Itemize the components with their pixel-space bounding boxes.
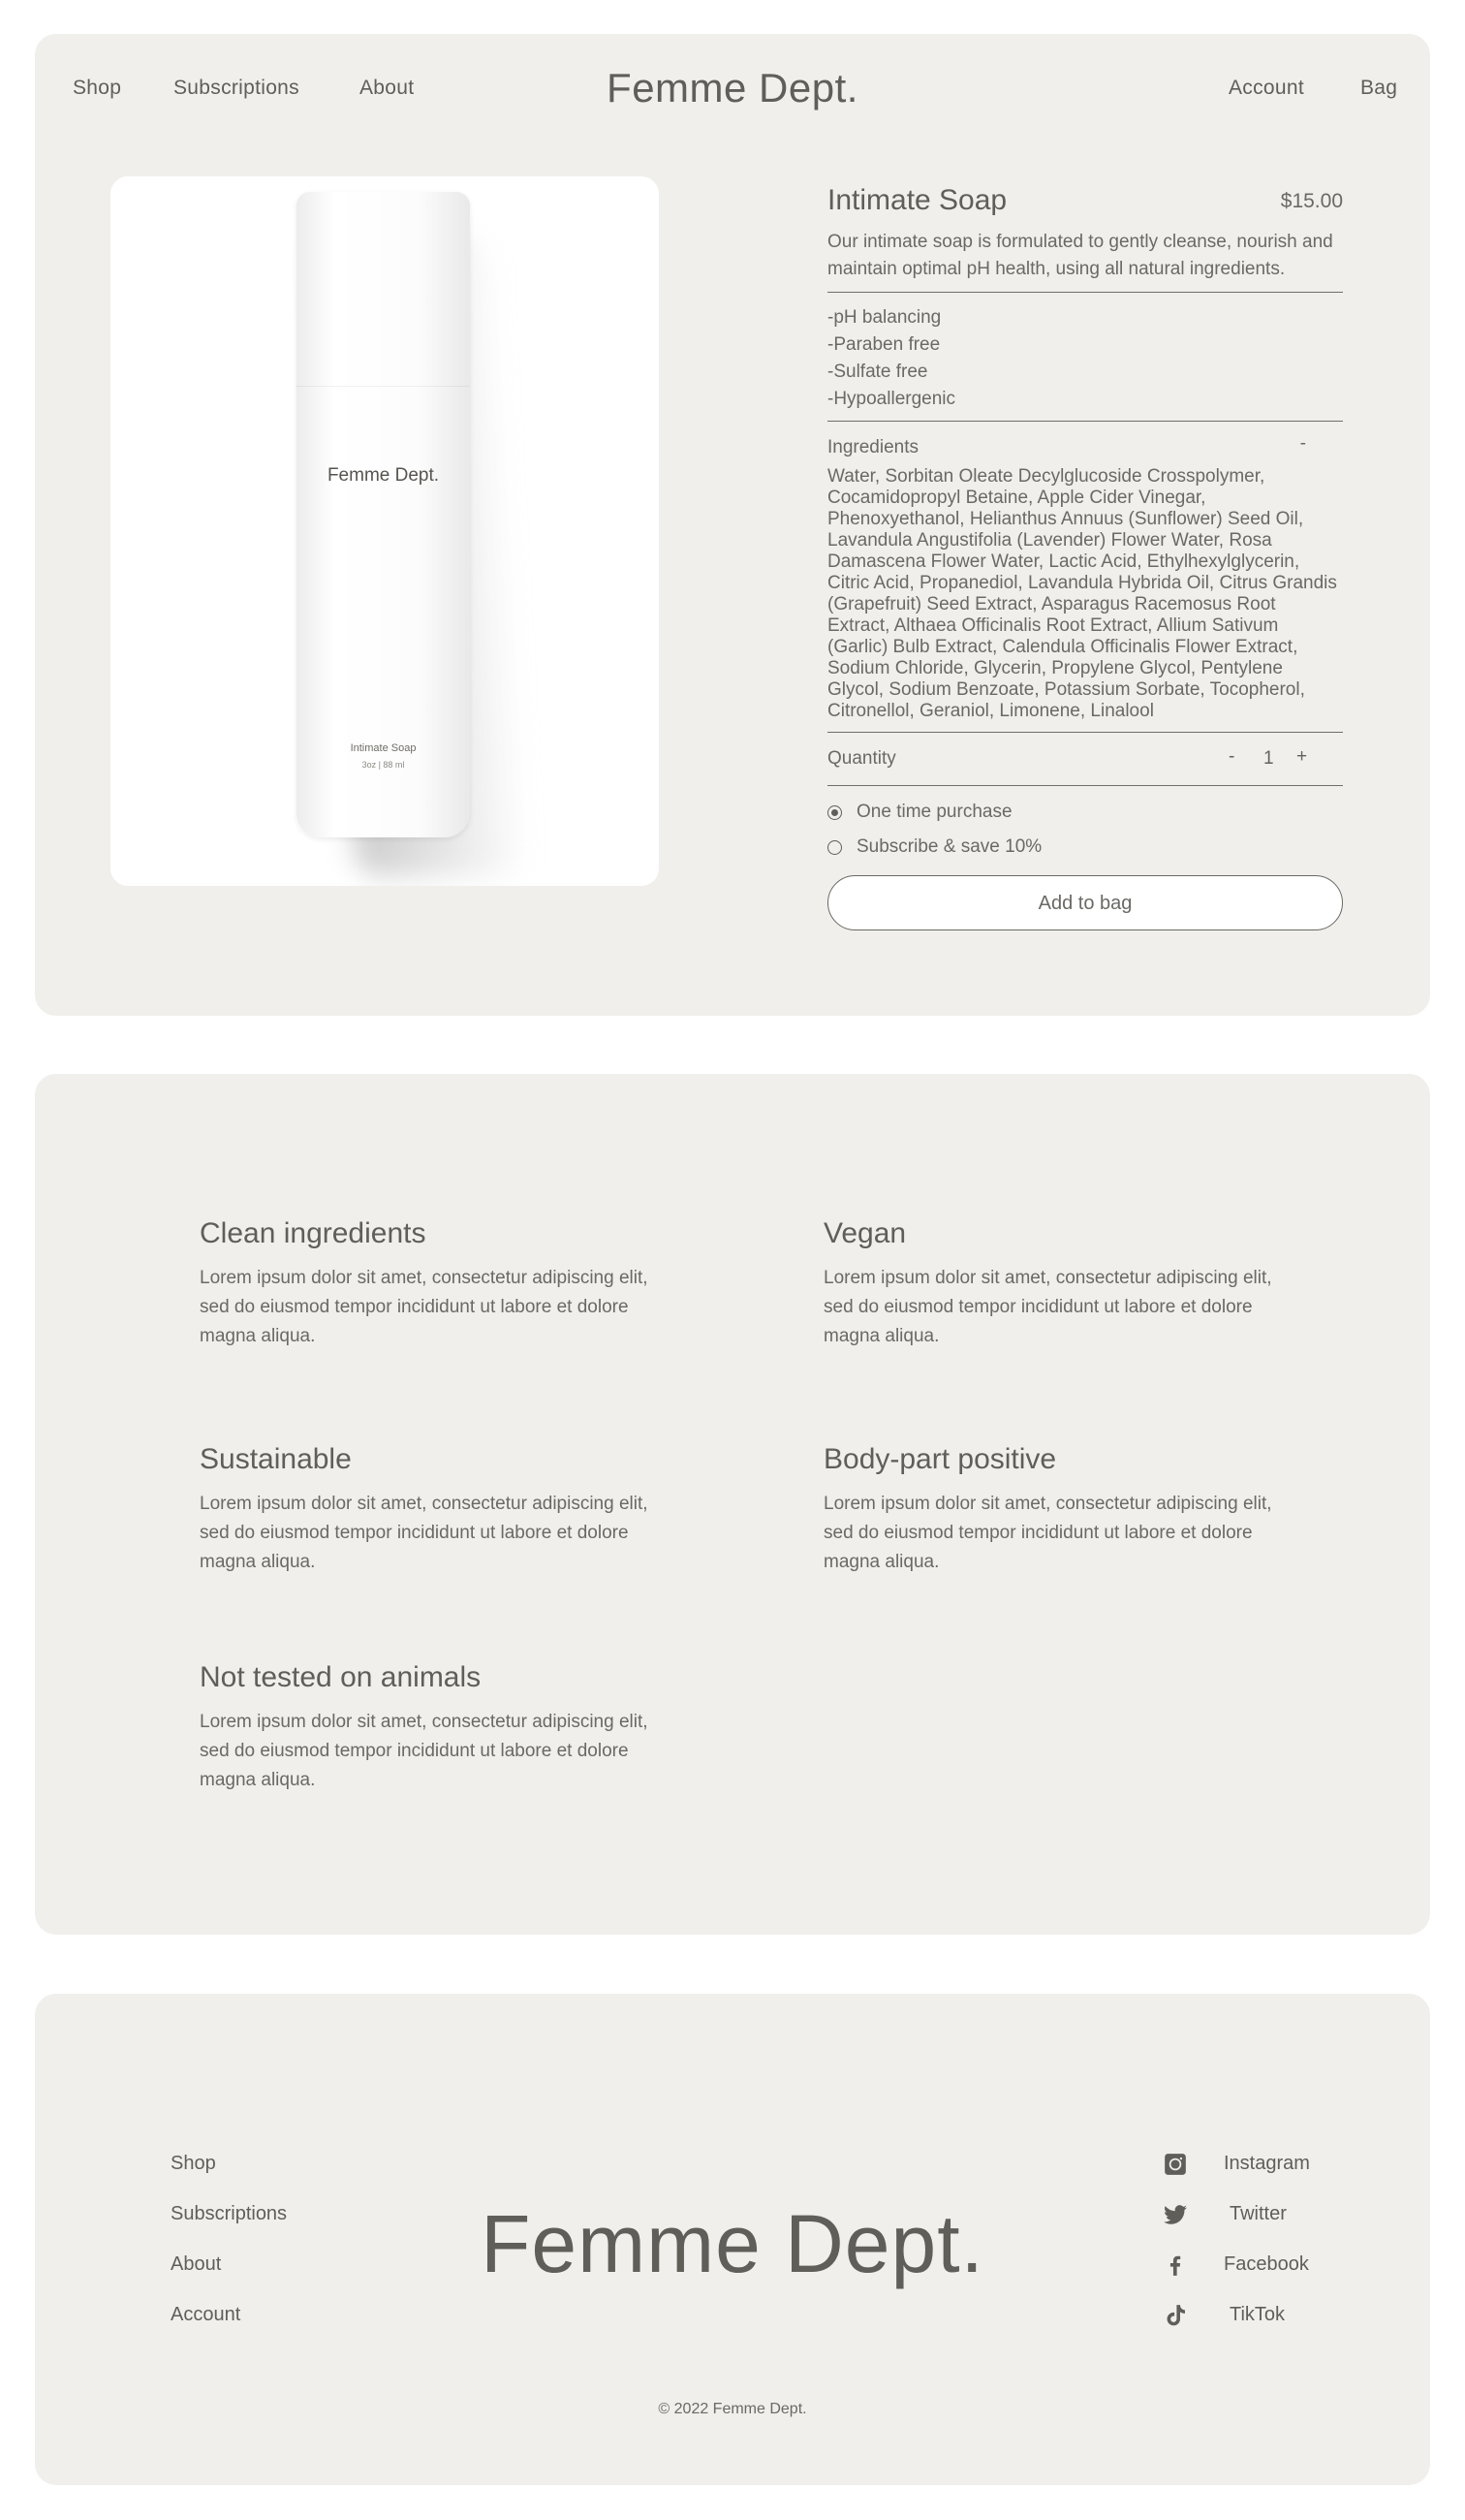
product-description: Our intimate soap is formulated to gentl… xyxy=(827,232,1333,279)
ingredients-header[interactable]: Ingredients - xyxy=(827,422,1343,460)
footer-panel: Shop Subscriptions About Account Femme D… xyxy=(35,1994,1430,2485)
social-label-twitter[interactable]: Twitter xyxy=(1230,2203,1287,2225)
nav-bag[interactable]: Bag xyxy=(1360,77,1397,100)
ingredients-label: Ingredients xyxy=(827,437,920,457)
product-title: Intimate Soap xyxy=(827,184,1008,216)
feature-clean-ingredients: Clean ingredients Lorem ipsum dolor sit … xyxy=(200,1217,655,1351)
social-label-facebook[interactable]: Facebook xyxy=(1224,2253,1309,2276)
feature-title: Body-part positive xyxy=(824,1443,1057,1475)
feature-title: Sustainable xyxy=(200,1443,352,1475)
radio-label-subscribe[interactable]: Subscribe & save 10% xyxy=(857,836,1042,858)
quantity-stepper: Quantity - 1 + xyxy=(827,733,1343,785)
product-details: Intimate Soap $15.00 Our intimate soap i… xyxy=(827,184,1343,930)
feature-vegan: Vegan Lorem ipsum dolor sit amet, consec… xyxy=(824,1217,1279,1351)
bottle-product-name: Intimate Soap xyxy=(350,742,417,754)
product-title-row: Intimate Soap $15.00 xyxy=(827,184,1343,219)
radio-label-one-time[interactable]: One time purchase xyxy=(857,802,1013,823)
ingredients-text: Water, Sorbitan Oleate Decylglucoside Cr… xyxy=(827,466,1337,721)
feature-title: Not tested on animals xyxy=(200,1661,482,1693)
ingredients-collapse-toggle[interactable]: - xyxy=(1300,433,1306,455)
benefit-item: -Paraben free xyxy=(827,334,941,355)
feature-title: Clean ingredients xyxy=(200,1217,426,1249)
purchase-option-subscribe[interactable]: Subscribe & save 10% xyxy=(827,829,1343,864)
bottle-size: 3oz | 88 ml xyxy=(361,760,405,770)
benefit-item: -Sulfate free xyxy=(827,362,928,382)
feature-text: Lorem ipsum dolor sit amet, consectetur … xyxy=(200,1494,648,1572)
purchase-option-one-time[interactable]: One time purchase xyxy=(827,794,1343,829)
bottle-brand-label: Femme Dept. xyxy=(327,465,440,486)
twitter-icon[interactable] xyxy=(1163,2202,1188,2227)
benefits-list: -pH balancing -Paraben free -Sulfate fre… xyxy=(827,293,1343,421)
footer-link-shop[interactable]: Shop xyxy=(171,2153,216,2175)
features-panel: Clean ingredients Lorem ipsum dolor sit … xyxy=(35,1074,1430,1935)
feature-text: Lorem ipsum dolor sit amet, consectetur … xyxy=(200,1712,648,1790)
tiktok-icon[interactable] xyxy=(1163,2303,1188,2328)
product-image: Femme Dept. Intimate Soap 3oz | 88 ml xyxy=(110,176,659,886)
product-bottle: Femme Dept. Intimate Soap 3oz | 88 ml xyxy=(296,192,470,837)
quantity-value: 1 xyxy=(1263,748,1274,769)
feature-text: Lorem ipsum dolor sit amet, consectetur … xyxy=(200,1268,648,1346)
copyright: © 2022 Femme Dept. xyxy=(658,2401,807,2417)
quantity-increase-button[interactable]: + xyxy=(1296,746,1307,768)
nav-account[interactable]: Account xyxy=(1229,77,1304,100)
footer-brand: Femme Dept. xyxy=(481,2198,984,2289)
benefit-item: -pH balancing xyxy=(827,307,942,328)
feature-body-part-positive: Body-part positive Lorem ipsum dolor sit… xyxy=(824,1443,1279,1577)
feature-text: Lorem ipsum dolor sit amet, consectetur … xyxy=(824,1494,1272,1572)
footer-link-account[interactable]: Account xyxy=(171,2304,240,2326)
feature-not-tested-on-animals: Not tested on animals Lorem ipsum dolor … xyxy=(200,1661,655,1795)
feature-sustainable: Sustainable Lorem ipsum dolor sit amet, … xyxy=(200,1443,655,1577)
facebook-icon[interactable] xyxy=(1163,2252,1188,2278)
radio-one-time[interactable] xyxy=(827,805,842,820)
benefit-item: -Hypoallergenic xyxy=(827,389,956,409)
social-label-tiktok[interactable]: TikTok xyxy=(1230,2304,1285,2326)
quantity-label: Quantity xyxy=(827,748,896,769)
social-label-instagram[interactable]: Instagram xyxy=(1224,2153,1310,2175)
feature-text: Lorem ipsum dolor sit amet, consectetur … xyxy=(824,1268,1272,1346)
radio-subscribe[interactable] xyxy=(827,840,842,855)
feature-title: Vegan xyxy=(824,1217,907,1249)
add-to-bag-button[interactable]: Add to bag xyxy=(827,875,1343,930)
product-price: $15.00 xyxy=(1280,190,1343,212)
product-panel: Shop Subscriptions About Femme Dept. Acc… xyxy=(35,34,1430,1016)
brand-logo[interactable]: Femme Dept. xyxy=(35,65,1430,111)
instagram-icon[interactable] xyxy=(1163,2152,1188,2177)
bottle-cap-line xyxy=(296,386,470,387)
quantity-decrease-button[interactable]: - xyxy=(1229,746,1234,768)
